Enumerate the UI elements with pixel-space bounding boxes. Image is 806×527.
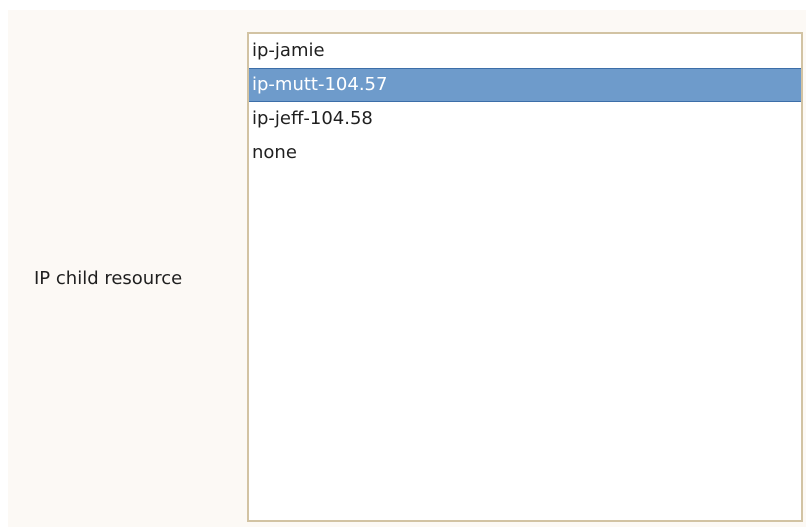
- list-item-none[interactable]: none: [249, 136, 801, 170]
- ip-child-resource-label: IP child resource: [34, 268, 183, 289]
- ip-child-resource-listbox[interactable]: ip-jamie ip-mutt-104.57 ip-jeff-104.58 n…: [247, 32, 803, 522]
- list-item-ip-jamie[interactable]: ip-jamie: [249, 34, 801, 68]
- list-item-ip-mutt[interactable]: ip-mutt-104.57: [249, 68, 801, 102]
- list-item-ip-jeff[interactable]: ip-jeff-104.58: [249, 102, 801, 136]
